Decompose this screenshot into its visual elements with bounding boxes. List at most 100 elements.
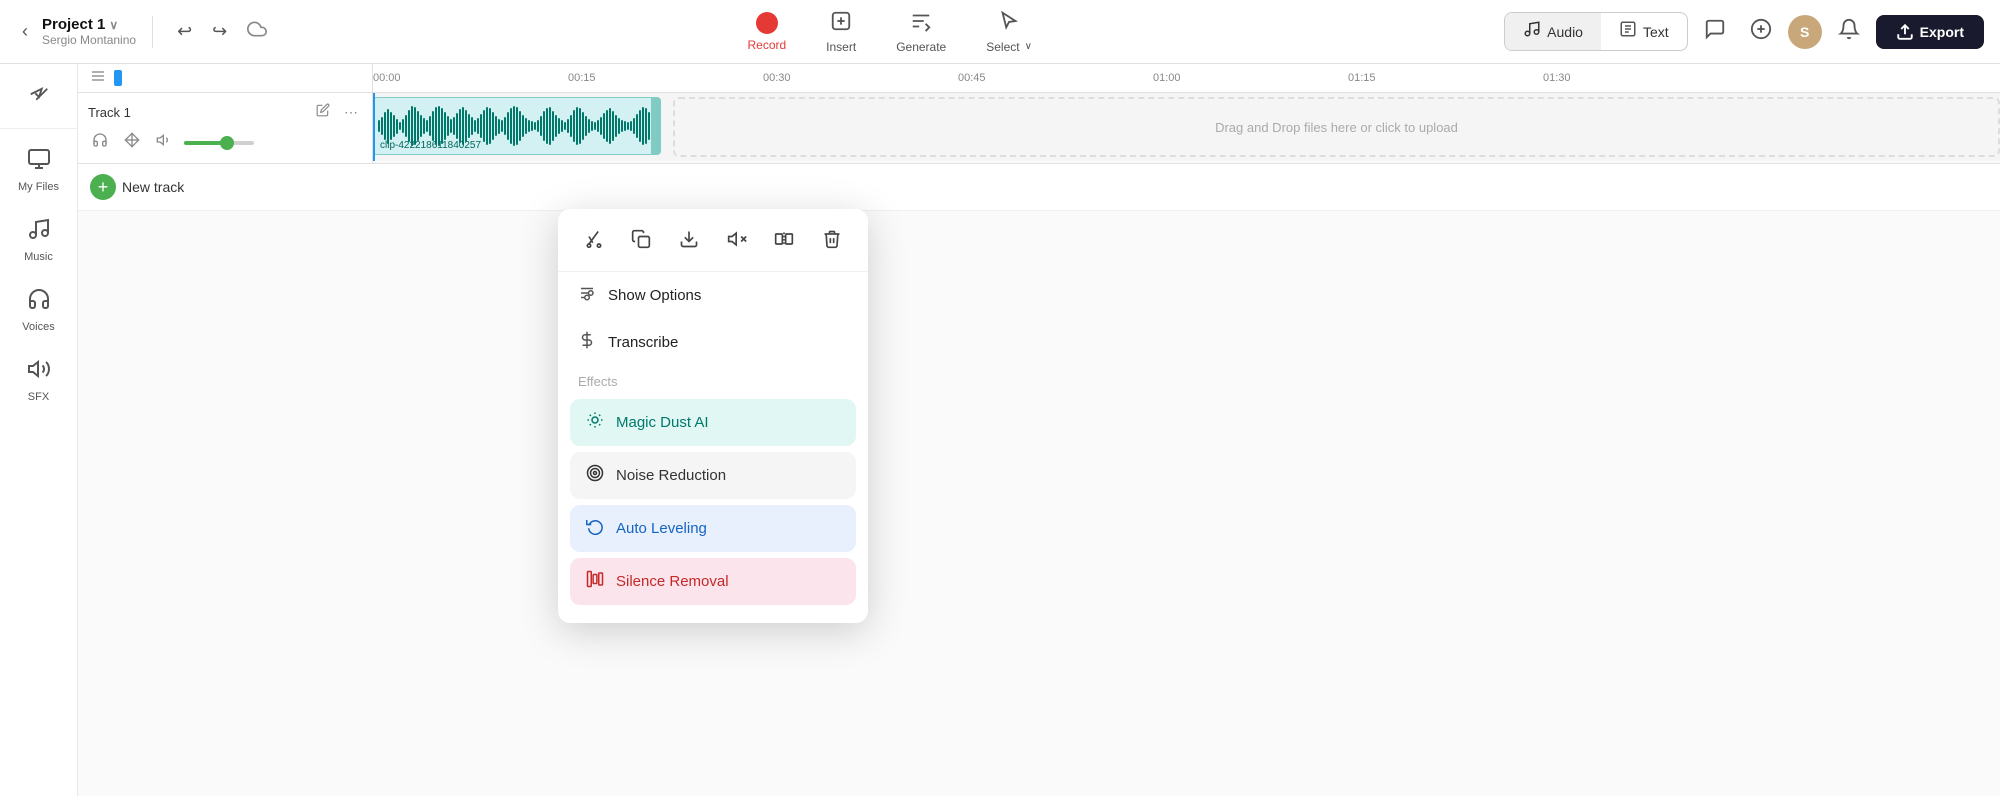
waveform-bar xyxy=(420,115,422,137)
ruler-mark-3: 00:45 xyxy=(958,72,986,84)
record-button[interactable]: Record xyxy=(739,8,794,56)
voices-icon xyxy=(27,287,51,317)
tab-text-label: Text xyxy=(1643,24,1669,40)
ctx-delete-button[interactable] xyxy=(812,223,852,261)
waveform-bar xyxy=(417,111,419,141)
generate-button[interactable]: Generate xyxy=(888,6,954,58)
avatar[interactable]: S xyxy=(1788,15,1822,49)
effect-auto-leveling[interactable]: Auto Leveling xyxy=(570,505,856,552)
waveform-bar xyxy=(432,111,434,141)
notification-button[interactable] xyxy=(1830,14,1868,50)
ruler-marks: 00:00 00:15 00:30 00:45 01:00 01:15 01:3… xyxy=(373,64,2000,92)
tab-audio-label: Audio xyxy=(1547,24,1583,40)
ctx-split-button[interactable] xyxy=(764,223,804,261)
sidebar-item-sfx[interactable]: SFX xyxy=(9,347,69,413)
volume-slider[interactable] xyxy=(184,141,254,145)
waveform-bar xyxy=(498,119,500,134)
project-title: Project 1 ∨ xyxy=(42,16,136,33)
waveform-bar xyxy=(549,107,551,145)
insert-label: Insert xyxy=(826,40,856,54)
waveform-bar xyxy=(594,122,596,130)
waveform-bar xyxy=(582,112,584,140)
track-more-icon[interactable]: ⋯ xyxy=(340,102,362,123)
drag-drop-label: Drag and Drop files here or click to upl… xyxy=(1215,120,1458,135)
ctx-mute-button[interactable] xyxy=(717,223,757,261)
text-tab-icon xyxy=(1619,20,1637,43)
waveform-bar xyxy=(567,119,569,133)
waveform-bar xyxy=(474,120,476,132)
select-button[interactable]: Select ∨ xyxy=(978,6,1040,58)
generate-icon xyxy=(910,10,932,38)
select-label: Select xyxy=(986,40,1019,54)
waveform-bar xyxy=(477,118,479,134)
track-1-controls xyxy=(88,130,362,155)
sidebar-label-sfx: SFX xyxy=(28,391,49,403)
track-1-name: Track 1 xyxy=(88,105,306,120)
auto-leveling-label: Auto Leveling xyxy=(616,520,707,537)
waveform-clip[interactable]: clip-422218611840257 xyxy=(373,97,658,155)
redo-button[interactable]: ↪ xyxy=(204,15,235,48)
waveform-bar xyxy=(384,112,386,140)
music-icon xyxy=(27,217,51,247)
tab-audio[interactable]: Audio xyxy=(1505,13,1601,50)
ctx-download-button[interactable] xyxy=(669,223,709,261)
waveform-bar xyxy=(600,117,602,135)
new-track-button[interactable]: + New track xyxy=(90,174,184,200)
waveform-bar xyxy=(585,116,587,136)
ctx-show-options-item[interactable]: Show Options xyxy=(558,272,868,319)
effect-noise-reduction[interactable]: Noise Reduction xyxy=(570,452,856,499)
waveform-bar xyxy=(429,116,431,136)
back-button[interactable]: ‹ xyxy=(16,17,34,46)
track-edit-icon[interactable] xyxy=(312,101,334,124)
toolbar-divider xyxy=(152,16,153,48)
insert-button[interactable]: Insert xyxy=(818,6,864,58)
sidebar-item-music[interactable]: Music xyxy=(9,207,69,273)
waveform-bar xyxy=(456,113,458,139)
waveform-bar xyxy=(573,110,575,142)
sidebar-pin-icon[interactable] xyxy=(24,84,54,116)
ctx-cut-button[interactable] xyxy=(574,223,614,261)
my-files-icon xyxy=(27,147,51,177)
sidebar-item-my-files[interactable]: My Files xyxy=(9,137,69,203)
waveform-bar xyxy=(471,117,473,135)
project-title-caret-icon[interactable]: ∨ xyxy=(109,18,118,32)
ctx-transcribe-item[interactable]: Transcribe xyxy=(558,319,868,366)
effect-magic-dust[interactable]: Magic Dust AI xyxy=(570,399,856,446)
waveform-bar xyxy=(648,112,650,140)
waveform-bar xyxy=(393,115,395,137)
waveform-bar xyxy=(465,110,467,142)
ctx-copy-button[interactable] xyxy=(621,223,661,261)
add-button[interactable] xyxy=(1742,14,1780,50)
effect-silence-removal[interactable]: Silence Removal xyxy=(570,558,856,605)
export-button[interactable]: Export xyxy=(1876,15,1984,49)
timeline-pin-icon xyxy=(90,68,106,89)
clip-right-handle[interactable] xyxy=(651,97,661,155)
track-volume-icon[interactable] xyxy=(152,130,176,155)
sidebar-item-voices[interactable]: Voices xyxy=(9,277,69,343)
cloud-save-button[interactable] xyxy=(239,13,275,50)
waveform-bar xyxy=(426,120,428,132)
waveform-bar xyxy=(612,111,614,141)
context-menu: Show Options Transcribe Effects xyxy=(558,209,868,623)
undo-button[interactable]: ↩ xyxy=(169,15,200,48)
waveform-bar xyxy=(486,107,488,145)
waveform-bar xyxy=(564,122,566,130)
ruler-mark-1: 00:15 xyxy=(568,72,596,84)
noise-reduction-label: Noise Reduction xyxy=(616,467,726,484)
drag-drop-area[interactable]: Drag and Drop files here or click to upl… xyxy=(673,97,2000,157)
tab-text[interactable]: Text xyxy=(1601,13,1687,50)
silence-removal-label: Silence Removal xyxy=(616,573,729,590)
track-headphone-icon[interactable] xyxy=(88,130,112,155)
ruler-mark-2: 00:30 xyxy=(763,72,791,84)
track-snowflake-icon[interactable] xyxy=(120,130,144,155)
sidebar-label-voices: Voices xyxy=(22,321,54,333)
new-track-col: + New track xyxy=(78,164,373,210)
waveform-bar xyxy=(570,115,572,137)
waveform-bar xyxy=(528,120,530,132)
waveform-bar xyxy=(402,119,404,133)
context-menu-toolbar xyxy=(558,209,868,272)
waveform-bar xyxy=(483,110,485,142)
waveform-bar xyxy=(423,118,425,134)
chat-button[interactable] xyxy=(1696,14,1734,50)
waveform-bar xyxy=(627,122,629,130)
